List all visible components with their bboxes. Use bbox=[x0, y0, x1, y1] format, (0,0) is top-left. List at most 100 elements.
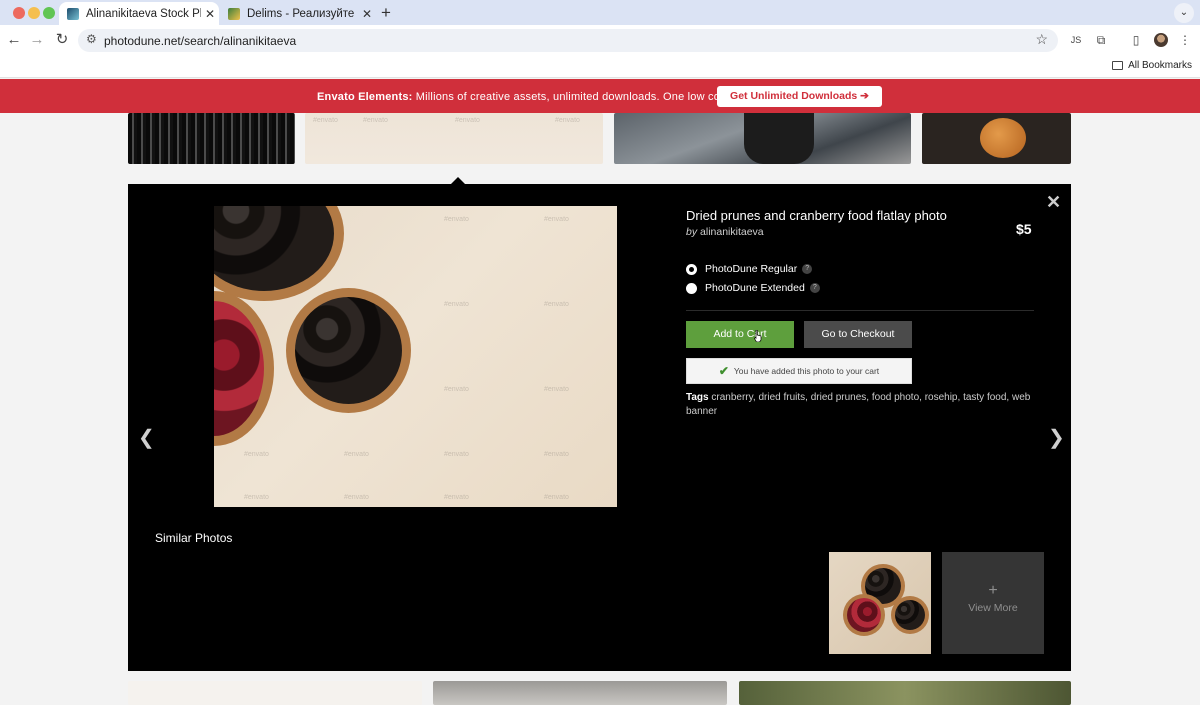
similar-photos-heading: Similar Photos bbox=[155, 531, 233, 545]
maximize-window-button[interactable] bbox=[43, 7, 55, 19]
search-result-thumbnail[interactable] bbox=[922, 113, 1071, 164]
minimize-window-button[interactable] bbox=[28, 7, 40, 19]
watermark-text: #envato bbox=[444, 301, 469, 308]
watermark-text: #envato bbox=[444, 216, 469, 223]
prune-bowl bbox=[891, 596, 929, 634]
watermark-text: #envato bbox=[544, 494, 569, 501]
back-arrow-icon[interactable]: ← bbox=[4, 30, 24, 50]
watermark-text: #envato bbox=[544, 216, 569, 223]
license-radio-selected[interactable] bbox=[686, 263, 697, 275]
go-to-checkout-button[interactable]: Go to Checkout bbox=[804, 321, 912, 348]
watermark-text: #envato bbox=[244, 451, 269, 458]
address-bar[interactable]: ⚙ photodune.net/search/alinanikitaeva ☆ bbox=[78, 29, 1058, 52]
folder-icon bbox=[1112, 61, 1124, 70]
watermark-text: #envato bbox=[544, 301, 569, 308]
tab-search-chevron-icon[interactable]: ⌄ bbox=[1174, 3, 1194, 23]
plus-icon: + bbox=[988, 582, 998, 599]
browser-toolbar: ← → ↻ ⚙ photodune.net/search/alinanikita… bbox=[0, 25, 1200, 56]
main-photo-preview: #envato #envato #envato #envato #envato … bbox=[214, 206, 617, 507]
close-window-button[interactable] bbox=[13, 7, 25, 19]
tab-close-icon[interactable]: ✕ bbox=[201, 7, 219, 21]
added-to-cart-notice: ✔ You have added this photo to your cart bbox=[686, 358, 912, 384]
search-result-thumbnail[interactable] bbox=[739, 681, 1071, 705]
all-bookmarks-button[interactable]: All Bookmarks bbox=[1112, 60, 1192, 71]
cranberry-bowl bbox=[843, 594, 885, 636]
delims-favicon-icon bbox=[228, 7, 240, 20]
search-result-thumbnail[interactable] bbox=[433, 681, 727, 705]
extensions-puzzle-icon[interactable]: ⧉ bbox=[1092, 31, 1110, 49]
side-panel-icon[interactable]: ▯ bbox=[1127, 31, 1145, 49]
view-more-button[interactable]: + View More bbox=[942, 552, 1044, 654]
tab-title: Delims - Реализуйте свою ф bbox=[247, 7, 358, 20]
tag-link[interactable]: food photo bbox=[872, 392, 919, 403]
prune-bowl bbox=[214, 206, 344, 301]
search-result-thumbnail[interactable] bbox=[614, 113, 911, 164]
watermark-text: #envato bbox=[555, 117, 580, 124]
new-tab-button[interactable]: + bbox=[381, 3, 391, 23]
by-prefix: by bbox=[686, 226, 698, 238]
more-menu-icon[interactable]: ⋮ bbox=[1176, 31, 1194, 49]
tag-link[interactable]: cranberry bbox=[711, 392, 753, 403]
license-label: PhotoDune Extended bbox=[705, 282, 805, 294]
url-text: photodune.net/search/alinanikitaeva bbox=[104, 34, 297, 48]
license-option-extended[interactable]: PhotoDune Extended ? bbox=[686, 282, 820, 294]
author-link[interactable]: alinanikitaeva bbox=[700, 226, 764, 238]
hand-cursor-icon bbox=[754, 330, 762, 342]
site-settings-icon[interactable]: ⚙ bbox=[86, 32, 97, 46]
license-label: PhotoDune Regular bbox=[705, 263, 798, 275]
watermark-text: #envato bbox=[444, 386, 469, 393]
prune-bowl bbox=[286, 288, 411, 413]
watermark-text: #envato bbox=[344, 451, 369, 458]
license-radio[interactable] bbox=[686, 282, 697, 294]
banner-brand: Envato Elements: bbox=[317, 91, 413, 103]
photo-price: $5 bbox=[1016, 221, 1032, 237]
bookmark-star-icon[interactable]: ☆ bbox=[1035, 31, 1048, 48]
tab-strip: Alinanikitaeva Stock Photos & ✕ Delims -… bbox=[0, 0, 1200, 25]
watermark-text: #envato bbox=[244, 494, 269, 501]
watermark-text: #envato bbox=[313, 117, 338, 124]
help-icon[interactable]: ? bbox=[809, 283, 820, 293]
added-message: You have added this photo to your cart bbox=[733, 366, 880, 376]
all-bookmarks-label: All Bookmarks bbox=[1128, 60, 1192, 71]
watermark-text: #envato bbox=[444, 451, 469, 458]
tab-title: Alinanikitaeva Stock Photos & bbox=[86, 7, 201, 20]
js-extension-icon[interactable]: JS bbox=[1067, 31, 1085, 49]
tab-delims[interactable]: Delims - Реализуйте свою ф ✕ bbox=[220, 2, 376, 25]
search-result-thumbnail[interactable] bbox=[128, 681, 422, 705]
checkmark-icon: ✔ bbox=[718, 364, 729, 378]
photodune-favicon-icon bbox=[67, 7, 79, 20]
banner-text: Envato Elements: Millions of creative as… bbox=[317, 91, 732, 103]
photo-title: Dried prunes and cranberry food flatlay … bbox=[686, 208, 947, 223]
view-more-label: View More bbox=[968, 602, 1018, 614]
reload-icon[interactable]: ↻ bbox=[52, 30, 72, 50]
watermark-text: #envato bbox=[455, 117, 480, 124]
envato-elements-banner: Envato Elements: Millions of creative as… bbox=[0, 79, 1200, 113]
tag-link[interactable]: dried fruits bbox=[758, 392, 805, 403]
close-icon[interactable]: ✕ bbox=[1046, 192, 1061, 213]
similar-photo-thumbnail[interactable] bbox=[829, 552, 931, 654]
panel-pointer bbox=[451, 177, 465, 184]
watermark-text: #envato bbox=[544, 451, 569, 458]
license-option-regular[interactable]: PhotoDune Regular ? bbox=[686, 263, 813, 275]
next-chevron-icon[interactable]: ❯ bbox=[1048, 425, 1065, 450]
previous-chevron-icon[interactable]: ❮ bbox=[138, 425, 155, 450]
watermark-text: #envato bbox=[544, 386, 569, 393]
search-result-thumbnail[interactable]: #envato #envato #envato #envato bbox=[305, 113, 603, 164]
get-unlimited-downloads-button[interactable]: Get Unlimited Downloads ➔ bbox=[717, 86, 882, 107]
forward-arrow-icon[interactable]: → bbox=[27, 30, 47, 50]
tag-link[interactable]: tasty food bbox=[963, 392, 1006, 403]
photo-author-line: by alinanikitaeva bbox=[686, 226, 764, 238]
tab-photodune[interactable]: Alinanikitaeva Stock Photos & ✕ bbox=[59, 2, 219, 25]
tab-close-icon[interactable]: ✕ bbox=[358, 7, 376, 21]
help-icon[interactable]: ? bbox=[802, 264, 813, 274]
bookmarks-bar: All Bookmarks bbox=[0, 56, 1200, 78]
search-result-thumbnail[interactable] bbox=[128, 113, 295, 164]
add-to-cart-button[interactable]: Add to Cart bbox=[686, 321, 794, 348]
tag-link[interactable]: dried prunes bbox=[811, 392, 867, 403]
tags-label: Tags bbox=[686, 392, 709, 403]
banner-message: Millions of creative assets, unlimited d… bbox=[415, 91, 733, 103]
tag-link[interactable]: rosehip bbox=[925, 392, 958, 403]
watermark-text: #envato bbox=[344, 494, 369, 501]
profile-avatar[interactable] bbox=[1154, 33, 1168, 47]
watermark-text: #envato bbox=[363, 117, 388, 124]
